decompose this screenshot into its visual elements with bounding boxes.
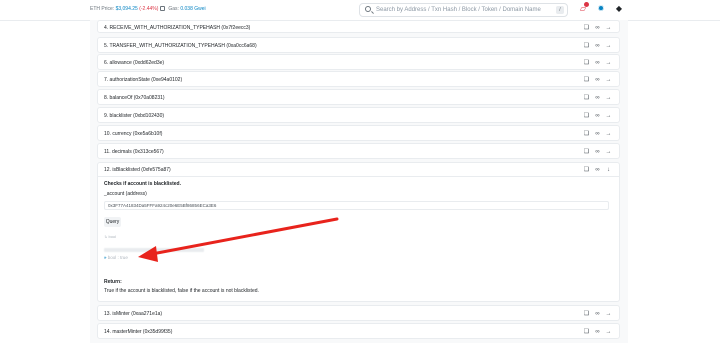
annotation-arrow <box>138 217 339 262</box>
annotation-arrow-head <box>138 246 158 262</box>
annotation-arrow-shaft <box>150 217 339 256</box>
